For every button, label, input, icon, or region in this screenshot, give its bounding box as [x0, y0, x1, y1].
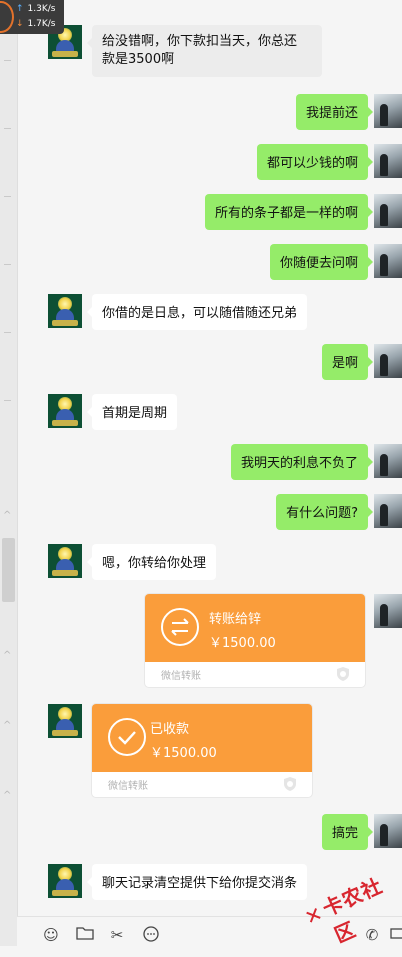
- my-avatar[interactable]: [374, 444, 402, 478]
- scissors-icon[interactable]: ✂: [107, 925, 127, 945]
- message-bubble-sent[interactable]: 所有的条子都是一样的啊: [204, 194, 374, 230]
- transfer-card-received[interactable]: 已收款 ￥1500.00 微信转账: [92, 704, 312, 797]
- message-bubble-sent[interactable]: 你随便去问啊: [269, 244, 374, 280]
- message-text: 搞完: [331, 826, 358, 841]
- window-left-strip: ^ ^ ^ ^: [0, 0, 18, 946]
- download-speed: 1.7K/s: [27, 19, 56, 29]
- message-bubble-received[interactable]: 聊天记录清空提供下给你提交消条: [86, 864, 308, 900]
- message-bubble-sent[interactable]: 我提前还: [295, 94, 374, 130]
- network-ring: [0, 1, 14, 33]
- message-text: 给没错啊，你下款扣当天，你总还: [102, 34, 298, 49]
- video-icon[interactable]: [387, 925, 402, 945]
- transfer-title: 已收款: [150, 722, 190, 737]
- check-icon: [108, 718, 146, 756]
- message-bubble-sent[interactable]: 我明天的利息不负了: [230, 444, 374, 480]
- message-text: 有什么问题?: [286, 506, 358, 521]
- message-bubble-sent[interactable]: 有什么问题?: [276, 494, 373, 530]
- chevron-up-icon[interactable]: ^: [3, 790, 11, 801]
- chat-icon[interactable]: [141, 925, 161, 945]
- strip-mark: [4, 264, 11, 265]
- contact-avatar[interactable]: [48, 544, 82, 578]
- message-text: 首期是周期: [102, 406, 168, 421]
- transfer-amount: ￥1500.00: [150, 746, 217, 761]
- strip-mark: [4, 400, 11, 401]
- chevron-up-icon[interactable]: ^: [3, 510, 11, 521]
- transfer-arrows-icon: [161, 608, 199, 646]
- strip-mark: [4, 60, 11, 61]
- chevron-up-icon[interactable]: ^: [3, 720, 11, 731]
- message-text: 所有的条子都是一样的啊: [214, 206, 358, 221]
- message-text: 款是3500啊: [102, 52, 175, 67]
- message-text: 嗯，你转给你处理: [102, 556, 207, 571]
- strip-mark: [4, 196, 11, 197]
- transfer-card-sent[interactable]: 转账给锌 ￥1500.00 微信转账: [145, 594, 365, 687]
- arrow-down-icon: ↓: [16, 19, 24, 29]
- contact-avatar[interactable]: [48, 704, 82, 738]
- my-avatar[interactable]: [374, 494, 402, 528]
- message-text: 我明天的利息不负了: [240, 456, 358, 471]
- message-bubble-sent[interactable]: 是啊: [321, 344, 374, 380]
- shield-icon: [337, 667, 349, 681]
- contact-avatar[interactable]: [48, 294, 82, 328]
- emoji-icon[interactable]: ☺: [41, 925, 61, 945]
- my-avatar[interactable]: [374, 94, 402, 128]
- contact-avatar[interactable]: [48, 394, 82, 428]
- my-avatar[interactable]: [374, 814, 402, 848]
- shield-icon: [284, 777, 296, 791]
- arrow-up-icon: ↑: [16, 4, 24, 14]
- message-text: 你借的是日息，可以随借随还兄弟: [102, 306, 298, 321]
- transfer-title: 转账给锌: [209, 612, 262, 627]
- message-text: 我提前还: [305, 106, 358, 121]
- download-speed-row: ↓ 1.7K/s: [16, 17, 55, 31]
- network-speed-widget: ↑ 1.3K/s ↓ 1.7K/s: [0, 0, 64, 34]
- transfer-footer: 微信转账: [161, 671, 201, 682]
- strip-mark: [4, 128, 11, 129]
- my-avatar[interactable]: [374, 144, 402, 178]
- transfer-footer: 微信转账: [108, 781, 148, 792]
- message-bubble-sent[interactable]: 搞完: [321, 814, 374, 850]
- message-text: 聊天记录清空提供下给你提交消条: [102, 876, 298, 891]
- message-text: 你随便去问啊: [279, 256, 358, 271]
- scrollbar-thumb[interactable]: [2, 538, 15, 602]
- contact-avatar[interactable]: [48, 864, 82, 898]
- message-bubble-sent[interactable]: 都可以少钱的啊: [256, 144, 374, 180]
- my-avatar[interactable]: [374, 194, 402, 228]
- message-text: 都可以少钱的啊: [266, 156, 358, 171]
- upload-speed: 1.3K/s: [27, 4, 56, 14]
- folder-icon[interactable]: [75, 925, 95, 945]
- message-bubble-received[interactable]: 首期是周期: [86, 394, 178, 430]
- message-bubble-received[interactable]: 你借的是日息，可以随借随还兄弟: [86, 294, 308, 330]
- transfer-amount: ￥1500.00: [209, 636, 276, 651]
- message-bubble-received[interactable]: 嗯，你转给你处理: [86, 544, 217, 580]
- upload-speed-row: ↑ 1.3K/s: [16, 2, 55, 16]
- message-text: 是啊: [331, 356, 358, 371]
- chevron-up-icon[interactable]: ^: [3, 650, 11, 661]
- my-avatar[interactable]: [374, 244, 402, 278]
- my-avatar[interactable]: [374, 344, 402, 378]
- strip-mark: [4, 332, 11, 333]
- my-avatar[interactable]: [374, 594, 402, 628]
- message-bubble-received[interactable]: 给没错啊，你下款扣当天，你总还 款是3500啊: [87, 25, 322, 77]
